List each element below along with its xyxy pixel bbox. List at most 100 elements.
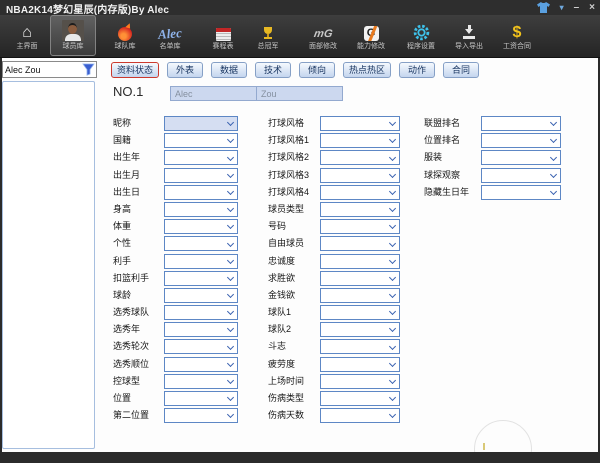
field-label: 球探观察 (424, 168, 460, 183)
toolbar-item-home[interactable]: ⌂ 主界面 (4, 16, 50, 55)
tab-contract[interactable]: 合同 (443, 62, 479, 78)
form-row: 服装 (424, 150, 561, 165)
tab-profile-status[interactable]: 资料状态 (111, 62, 159, 78)
toolbar-item-export[interactable]: 导入导出 (446, 16, 492, 55)
form-row: 球队2 (268, 322, 400, 337)
field-dropdown[interactable] (320, 357, 400, 372)
field-dropdown[interactable] (164, 391, 238, 406)
toolbar-item-settings[interactable]: 程序设置 (398, 16, 444, 55)
field-dropdown[interactable] (164, 236, 238, 251)
field-dropdown[interactable] (164, 254, 238, 269)
field-label: 选秀轮次 (113, 339, 149, 354)
field-dropdown[interactable] (164, 339, 238, 354)
toolbar-item-face-mod[interactable]: mG 面部修改 (300, 16, 346, 55)
field-label: 隐藏生日年 (424, 185, 469, 200)
form-row: 个性 (113, 236, 238, 251)
first-name-field[interactable] (170, 86, 257, 101)
field-dropdown[interactable] (481, 168, 561, 183)
toolbar-item-schedule[interactable]: 赛程表 (200, 16, 246, 55)
field-dropdown[interactable] (164, 168, 238, 183)
field-dropdown[interactable] (320, 322, 400, 337)
heat-logo-icon (102, 16, 148, 41)
toolbar-item-salary[interactable]: $ 工资合同 (494, 16, 540, 55)
field-dropdown[interactable] (164, 185, 238, 200)
form-row: 球龄 (113, 288, 238, 303)
toolbar-item-label: 总冠军 (245, 43, 291, 51)
tab-hotzones[interactable]: 热点热区 (343, 62, 391, 78)
toolbar-item-label: 球员库 (51, 43, 95, 51)
gatorade-icon: G (348, 16, 394, 41)
form-row: 隐藏生日年 (424, 185, 561, 200)
tab-animations[interactable]: 动作 (399, 62, 435, 78)
toolbar-item-trophy[interactable]: 总冠军 (245, 16, 291, 55)
tab-tendency[interactable]: 倾向 (299, 62, 335, 78)
field-dropdown[interactable] (164, 271, 238, 286)
field-dropdown[interactable] (164, 357, 238, 372)
toolbar-item-player[interactable]: 球员库 (50, 15, 96, 56)
chevron-down-icon (389, 274, 396, 281)
field-dropdown[interactable] (320, 168, 400, 183)
close-button[interactable]: × (589, 0, 595, 15)
chevron-down-icon (550, 154, 557, 161)
field-dropdown[interactable] (320, 185, 400, 200)
field-label: 服装 (424, 150, 442, 165)
form-row: 控球型 (113, 374, 238, 389)
field-dropdown[interactable] (320, 305, 400, 320)
field-label: 控球型 (113, 374, 140, 389)
field-dropdown[interactable] (481, 116, 561, 131)
search-input[interactable] (3, 65, 82, 75)
field-label: 打球风格4 (268, 185, 309, 200)
field-label: 疲劳度 (268, 357, 295, 372)
field-dropdown[interactable] (164, 133, 238, 148)
toolbar-item-roster[interactable]: Alec 名单库 (147, 16, 193, 55)
player-rank-label: NO.1 (113, 84, 143, 99)
toolbar-item-ability[interactable]: G 能力修改 (348, 16, 394, 55)
field-dropdown[interactable] (164, 202, 238, 217)
field-dropdown[interactable] (320, 236, 400, 251)
field-dropdown[interactable] (320, 408, 400, 423)
field-dropdown[interactable] (481, 150, 561, 165)
field-dropdown[interactable] (320, 254, 400, 269)
field-dropdown[interactable] (320, 288, 400, 303)
field-dropdown[interactable] (164, 150, 238, 165)
jersey-icon[interactable] (537, 2, 550, 13)
field-label: 金钱欲 (268, 288, 295, 303)
tab-data[interactable]: 数据 (211, 62, 247, 78)
field-dropdown[interactable] (320, 391, 400, 406)
field-dropdown[interactable] (320, 374, 400, 389)
player-list[interactable] (2, 81, 95, 449)
tab-skill[interactable]: 技术 (255, 62, 291, 78)
field-dropdown[interactable] (320, 202, 400, 217)
field-dropdown[interactable] (164, 288, 238, 303)
toolbar-item-label: 程序设置 (398, 43, 444, 51)
field-dropdown[interactable] (164, 322, 238, 337)
field-dropdown[interactable] (320, 150, 400, 165)
field-dropdown[interactable] (164, 374, 238, 389)
toolbar-item-team[interactable]: 球队库 (102, 16, 148, 55)
last-name-field[interactable] (256, 86, 343, 101)
form-row: 出生月 (113, 168, 238, 183)
tab-appearance[interactable]: 外表 (167, 62, 203, 78)
menu-dropdown-button[interactable]: ▾ (560, 0, 564, 15)
field-dropdown[interactable] (164, 305, 238, 320)
field-dropdown[interactable] (164, 219, 238, 234)
field-dropdown[interactable] (481, 133, 561, 148)
field-dropdown[interactable] (320, 271, 400, 286)
form-row: 打球风格 (268, 116, 400, 131)
field-label: 第二位置 (113, 408, 149, 423)
field-dropdown[interactable] (320, 133, 400, 148)
minimize-button[interactable]: – (574, 0, 580, 15)
form-row: 疲劳度 (268, 357, 400, 372)
app-window: NBA2K14梦幻星辰(内存版)By Alec ▾ – × ⌂ 主界面 球员库 … (0, 0, 600, 463)
chevron-down-icon (227, 239, 234, 246)
field-dropdown[interactable] (481, 185, 561, 200)
filter-funnel-icon[interactable] (82, 63, 95, 76)
field-label: 体重 (113, 219, 131, 234)
field-dropdown[interactable] (320, 219, 400, 234)
field-dropdown[interactable] (164, 116, 238, 131)
form-row: 选秀轮次 (113, 339, 238, 354)
field-dropdown[interactable] (320, 339, 400, 354)
field-dropdown[interactable] (164, 408, 238, 423)
form-row: 自由球员 (268, 236, 400, 251)
field-dropdown[interactable] (320, 116, 400, 131)
